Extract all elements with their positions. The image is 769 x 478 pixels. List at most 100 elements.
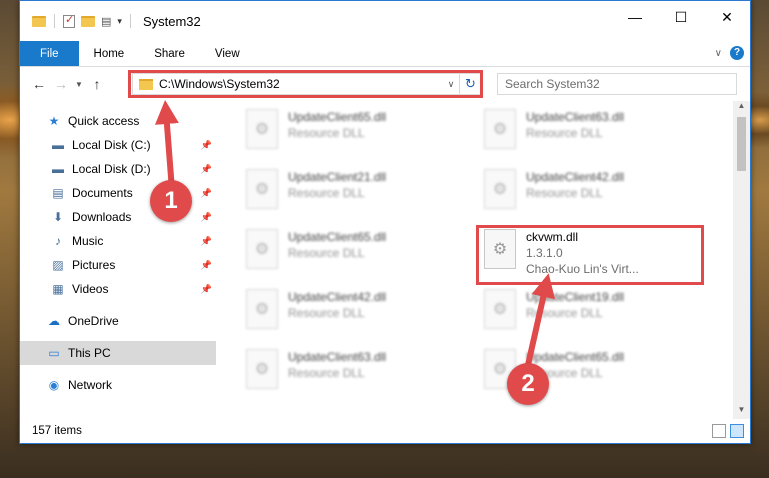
dll-file-icon: ⚙ [484,289,516,329]
file-type: Resource DLL [526,126,603,140]
chevron-down-icon[interactable]: ▾ [117,16,122,27]
file-name: UpdateClient19.dll [526,290,625,304]
tab-file[interactable]: File [20,41,79,66]
cloud-icon: ☁ [48,314,60,328]
dll-file-icon: ⚙ [246,349,278,389]
minimize-button[interactable]: — [612,1,658,33]
sidebar-item-label: Videos [72,282,109,296]
file-type: Resource DLL [288,306,365,320]
expand-ribbon-icon[interactable]: ∨ [715,48,722,59]
file-type: Resource DLL [288,366,365,380]
drive-icon: ▬ [52,138,64,152]
file-type: Resource DLL [288,246,365,260]
pin-icon[interactable]: 📌 [201,284,212,295]
pin-icon[interactable]: 📌 [201,188,212,199]
sidebar-item-network[interactable]: ◉ Network [20,373,216,397]
sidebar-item-label: Music [72,234,104,248]
close-button[interactable]: ✕ [704,1,750,33]
computer-icon: ▭ [48,346,60,360]
dll-file-icon: ⚙ [246,109,278,149]
divider [129,14,131,28]
divider [54,14,55,28]
maximize-button[interactable]: ☐ [658,1,704,33]
documents-icon: ▤ [52,186,64,200]
sidebar-item-label: This PC [68,346,111,360]
file-meta: UpdateClient63.dll Resource DLL [526,109,624,159]
network-icon: ◉ [48,378,60,392]
file-tile[interactable]: ⚙ UpdateClient42.dll Resource DLL [484,169,704,219]
search-input[interactable]: Search System32 [497,73,737,95]
details-view-icon[interactable] [712,424,726,438]
music-icon: ♪ [55,234,61,248]
file-meta: ckvwm.dll 1.3.1.0 Chao-Kuo Lin's Virt... [526,229,639,279]
file-name: UpdateClient42.dll [288,290,387,304]
sidebar-item-pictures[interactable]: ▨ Pictures 📌 [20,253,216,277]
item-count: 157 items [32,425,82,437]
sidebar-item-music[interactable]: ♪ Music 📌 [20,229,216,253]
vertical-scrollbar[interactable]: ▲ ▼ [733,101,750,419]
sidebar-item-local-disk-c[interactable]: ▬ Local Disk (C:) 📌 [20,133,216,157]
tab-share[interactable]: Share [139,41,200,66]
file-name: UpdateClient42.dll [526,170,625,184]
scroll-thumb[interactable] [737,117,746,171]
ribbon-right: ∨ ? [715,46,744,60]
sidebar-item-label: OneDrive [68,314,119,328]
dll-file-icon: ⚙ [484,169,516,209]
file-tile[interactable]: ⚙ UpdateClient19.dll Resource DLL [484,289,704,339]
address-path[interactable]: C:\Windows\System32 [159,77,443,91]
file-tile[interactable]: ⚙ UpdateClient65.dll Resource DLL [246,109,466,159]
pin-icon[interactable]: 📌 [201,164,212,175]
folder-icon[interactable] [32,15,46,27]
forward-arrow-icon[interactable]: → [50,76,72,92]
recent-locations-icon[interactable]: ▼ [72,80,86,89]
address-bar[interactable]: C:\Windows\System32 ∨ ↻ [132,73,482,95]
file-version: 1.3.1.0 [526,246,563,260]
help-icon[interactable]: ? [730,46,744,60]
customize-icon[interactable]: ▤ [101,15,111,28]
scroll-up-icon[interactable]: ▲ [733,101,750,115]
file-tile[interactable]: ⚙ UpdateClient42.dll Resource DLL [246,289,466,339]
file-meta: UpdateClient42.dll Resource DLL [288,289,386,339]
file-tile[interactable]: ⚙ UpdateClient65.dll Resource DLL [246,229,466,279]
refresh-icon[interactable]: ↻ [459,74,481,94]
dll-file-icon: ⚙ [484,229,516,269]
pin-icon[interactable]: 📌 [201,212,212,223]
new-folder-icon[interactable] [81,15,95,27]
pin-icon[interactable]: 📌 [201,260,212,271]
file-meta: UpdateClient19.dll Resource DLL [526,289,624,339]
pin-icon[interactable]: 📌 [201,236,212,247]
chevron-down-icon[interactable]: ∨ [443,79,459,90]
file-tile[interactable]: ⚙ UpdateClient63.dll Resource DLL [484,109,704,159]
back-arrow-icon[interactable]: ← [28,76,50,92]
file-name: UpdateClient63.dll [526,110,625,124]
navigation-bar: ← → ▼ ↑ C:\Windows\System32 ∨ ↻ Search S… [20,67,750,101]
file-type: Resource DLL [288,186,365,200]
file-tile[interactable]: ⚙ UpdateClient63.dll Resource DLL [246,349,466,399]
dll-file-icon: ⚙ [246,289,278,329]
sidebar-item-local-disk-d[interactable]: ▬ Local Disk (D:) 📌 [20,157,216,181]
tab-home[interactable]: Home [79,41,140,66]
file-name: UpdateClient65.dll [288,110,387,124]
sidebar-item-onedrive[interactable]: ☁ OneDrive [20,309,216,333]
tiles-view-icon[interactable] [730,424,744,438]
file-company: Chao-Kuo Lin's Virt... [526,262,639,276]
sidebar-item-this-pc[interactable]: ▭ This PC [20,341,216,365]
up-arrow-icon[interactable]: ↑ [86,76,108,92]
sidebar-item-videos[interactable]: ▦ Videos 📌 [20,277,216,301]
file-name: ckvwm.dll [526,230,579,244]
dll-file-icon: ⚙ [484,109,516,149]
pin-icon[interactable]: 📌 [201,140,212,151]
file-name: UpdateClient63.dll [288,350,387,364]
main-area: ★ Quick access ▬ Local Disk (C:) 📌 ▬ Local D… [20,101,750,419]
file-meta: UpdateClient65.dll Resource DLL [288,229,386,279]
file-tile[interactable]: ⚙ UpdateClient21.dll Resource DLL [246,169,466,219]
tab-view[interactable]: View [200,41,255,66]
star-icon: ★ [48,114,60,128]
file-type: Resource DLL [526,186,603,200]
properties-icon[interactable] [63,13,75,28]
quick-access-toolbar: ▤ ▾ [20,13,133,28]
sidebar-item-quick-access[interactable]: ★ Quick access [20,109,216,133]
scroll-down-icon[interactable]: ▼ [733,405,750,419]
folder-icon [139,78,153,90]
file-tile-target[interactable]: ⚙ ckvwm.dll 1.3.1.0 Chao-Kuo Lin's Virt... [484,229,704,279]
